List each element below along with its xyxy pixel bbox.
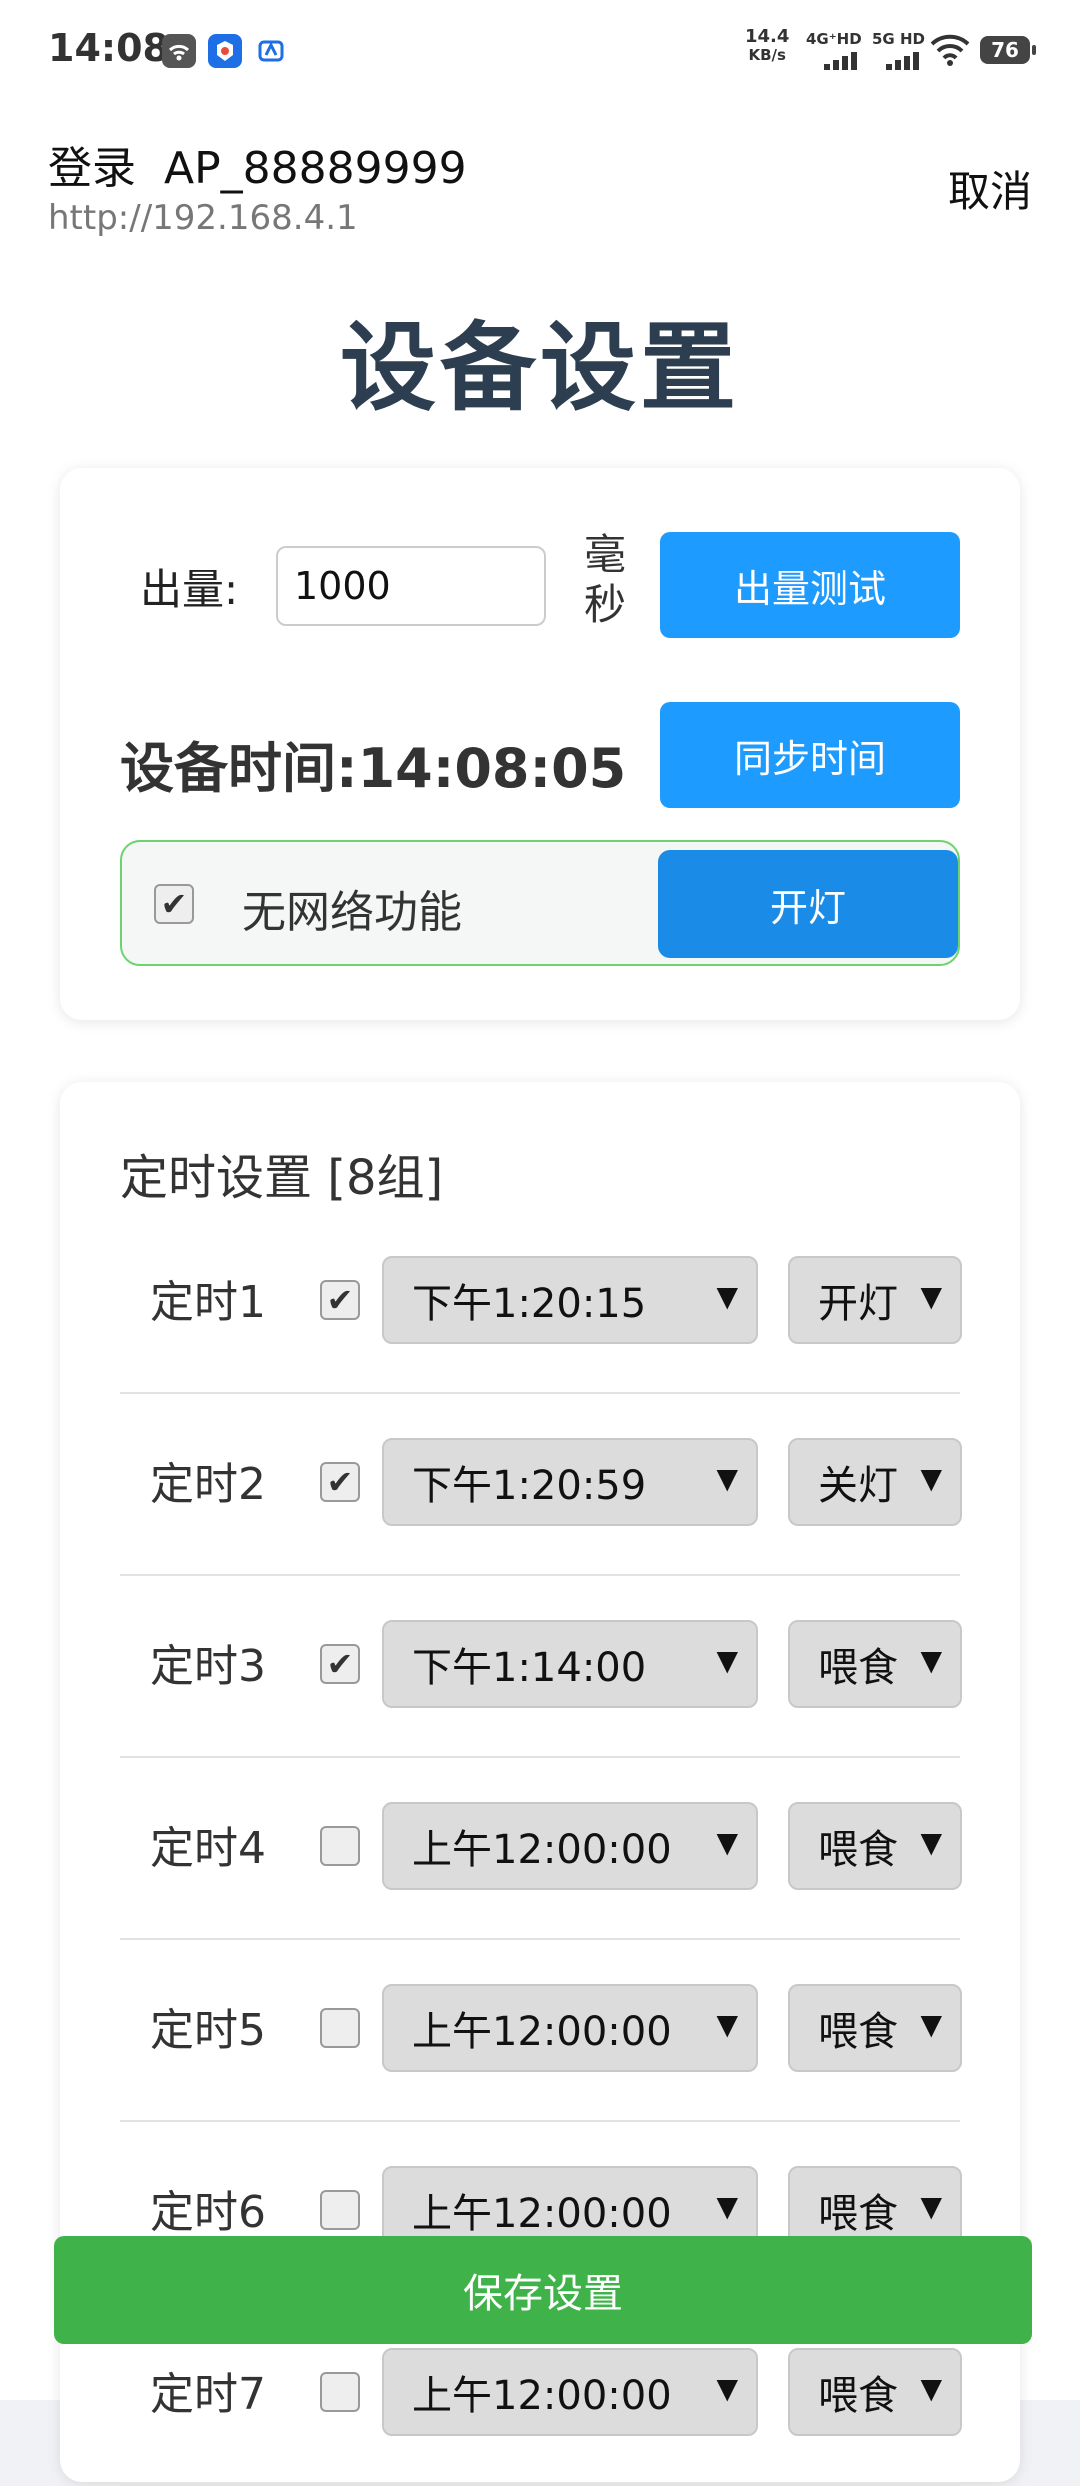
timer-time-value: 上午12:00:00 xyxy=(412,2191,672,2237)
signal-1-icon xyxy=(824,52,857,70)
output-input[interactable] xyxy=(276,546,546,626)
no-network-box: ✔ 无网络功能 开灯 xyxy=(120,840,960,966)
timer-label: 定时1 xyxy=(150,1277,266,1328)
timer-label: 定时6 xyxy=(150,2187,266,2238)
cancel-button[interactable]: 取消 xyxy=(948,158,1032,219)
dropdown-caret-icon: ▼ xyxy=(920,2372,942,2405)
status-time: 14:08 xyxy=(48,26,169,70)
timer-action-select[interactable]: 喂食 ▼ xyxy=(788,2348,962,2436)
battery-icon: 76 xyxy=(980,36,1036,64)
timer-checkbox[interactable]: ✔ xyxy=(320,1644,360,1684)
speed-value: 14.4 xyxy=(745,26,790,47)
dropdown-caret-icon: ▼ xyxy=(716,2190,738,2223)
dropdown-caret-icon: ▼ xyxy=(920,1462,942,1495)
timer-header: 定时设置 [8组] xyxy=(120,1150,444,1206)
dropdown-caret-icon: ▼ xyxy=(716,1280,738,1313)
dropdown-caret-icon: ▼ xyxy=(920,2008,942,2041)
output-label: 出量: xyxy=(140,565,239,614)
timer-label: 定时5 xyxy=(150,2005,266,2056)
dropdown-caret-icon: ▼ xyxy=(716,1826,738,1859)
timer-time-value: 下午1:20:15 xyxy=(412,1281,647,1327)
timer-action-value: 开灯 xyxy=(818,1281,898,1327)
network-speed: 14.4 KB/s xyxy=(745,26,790,65)
timer-time-value: 上午12:00:00 xyxy=(412,2009,672,2055)
timer-time-select[interactable]: 上午12:00:00 ▼ xyxy=(382,1984,758,2072)
timer-checkbox[interactable]: ✔ xyxy=(320,1462,360,1502)
timer-action-select[interactable]: 喂食 ▼ xyxy=(788,1984,962,2072)
timer-row: 定时5 上午12:00:00 ▼ 喂食 ▼ xyxy=(120,1938,962,2122)
dropdown-caret-icon: ▼ xyxy=(920,1826,942,1859)
status-bar: 14:08 14.4 KB/s 4G⁺HD 5G HD 76 xyxy=(0,0,1080,100)
wifi-icon xyxy=(930,32,970,70)
timer-action-value: 喂食 xyxy=(818,2373,898,2419)
timer-row: 定时2 ✔ 下午1:20:59 ▼ 关灯 ▼ xyxy=(120,1392,962,1576)
unit-label: 毫秒 xyxy=(583,530,626,629)
timer-row: 定时1 ✔ 下午1:20:15 ▼ 开灯 ▼ xyxy=(120,1210,962,1394)
page-title: 设备设置 xyxy=(340,312,740,424)
dropdown-caret-icon: ▼ xyxy=(920,2190,942,2223)
timer-label: 定时7 xyxy=(150,2369,266,2420)
dropdown-caret-icon: ▼ xyxy=(716,2372,738,2405)
network-type-2: 5G HD xyxy=(872,30,925,48)
timer-label: 定时4 xyxy=(150,1823,266,1874)
output-test-button[interactable]: 出量测试 xyxy=(660,532,960,638)
timer-time-value: 上午12:00:00 xyxy=(412,1827,672,1873)
dropdown-caret-icon: ▼ xyxy=(716,2008,738,2041)
timer-checkbox[interactable] xyxy=(320,1826,360,1866)
timer-action-value: 喂食 xyxy=(818,2009,898,2055)
timer-row: 定时4 上午12:00:00 ▼ 喂食 ▼ xyxy=(120,1756,962,1940)
timer-action-select[interactable]: 关灯 ▼ xyxy=(788,1438,962,1526)
timer-time-value: 上午12:00:00 xyxy=(412,2373,672,2419)
save-settings-button[interactable]: 保存设置 xyxy=(54,2236,1032,2344)
no-network-label: 无网络功能 xyxy=(242,887,462,938)
timer-checkbox[interactable]: ✔ xyxy=(320,1280,360,1320)
timer-checkbox[interactable] xyxy=(320,2008,360,2048)
timer-action-select[interactable]: 喂食 ▼ xyxy=(788,1802,962,1890)
timer-action-value: 喂食 xyxy=(818,2191,898,2237)
timer-action-select[interactable]: 喂食 ▼ xyxy=(788,1620,962,1708)
timer-row: 定时3 ✔ 下午1:14:00 ▼ 喂食 ▼ xyxy=(120,1574,962,1758)
sync-time-button[interactable]: 同步时间 xyxy=(660,702,960,808)
signal-2-icon xyxy=(886,52,919,70)
device-card: 出量: 毫秒 出量测试 设备时间:14:08:05 同步时间 ✔ 无网络功能 开… xyxy=(60,468,1020,1020)
timer-time-select[interactable]: 上午12:00:00 ▼ xyxy=(382,1802,758,1890)
timer-time-value: 下午1:14:00 xyxy=(412,1645,647,1691)
settings-page: 设备设置 出量: 毫秒 出量测试 设备时间:14:08:05 同步时间 ✔ 无网… xyxy=(0,250,1080,2486)
timer-action-value: 喂食 xyxy=(818,1827,898,1873)
dialog-title: 登录 AP_88889999 xyxy=(48,143,467,194)
timer-time-select[interactable]: 下午1:20:59 ▼ xyxy=(382,1438,758,1526)
timer-time-select[interactable]: 下午1:20:15 ▼ xyxy=(382,1256,758,1344)
network-type-1: 4G⁺HD xyxy=(806,30,862,48)
login-dialog-header: 登录 AP_88889999 http://192.168.4.1 取消 xyxy=(0,100,1080,250)
timer-action-value: 关灯 xyxy=(818,1463,898,1509)
timer-time-select[interactable]: 下午1:14:00 ▼ xyxy=(382,1620,758,1708)
timer-checkbox[interactable] xyxy=(320,2372,360,2412)
no-network-checkbox[interactable]: ✔ xyxy=(154,884,194,924)
timer-action-select[interactable]: 开灯 ▼ xyxy=(788,1256,962,1344)
dropdown-caret-icon: ▼ xyxy=(716,1644,738,1677)
dropdown-caret-icon: ▼ xyxy=(920,1644,942,1677)
timer-time-select[interactable]: 上午12:00:00 ▼ xyxy=(382,2348,758,2436)
timer-action-value: 喂食 xyxy=(818,1645,898,1691)
timer-label: 定时3 xyxy=(150,1641,266,1692)
dropdown-caret-icon: ▼ xyxy=(716,1462,738,1495)
timer-time-value: 下午1:20:59 xyxy=(412,1463,647,1509)
app-notification-icon xyxy=(208,34,242,68)
wifi-share-icon xyxy=(162,34,196,68)
device-time: 设备时间:14:08:05 xyxy=(120,737,627,800)
light-on-button[interactable]: 开灯 xyxy=(658,850,958,958)
speed-unit: KB/s xyxy=(748,46,786,64)
dropdown-caret-icon: ▼ xyxy=(920,1280,942,1313)
browser-notification-icon xyxy=(254,34,288,68)
timer-label: 定时2 xyxy=(150,1459,266,1510)
dialog-url: http://192.168.4.1 xyxy=(48,198,358,238)
timer-checkbox[interactable] xyxy=(320,2190,360,2230)
